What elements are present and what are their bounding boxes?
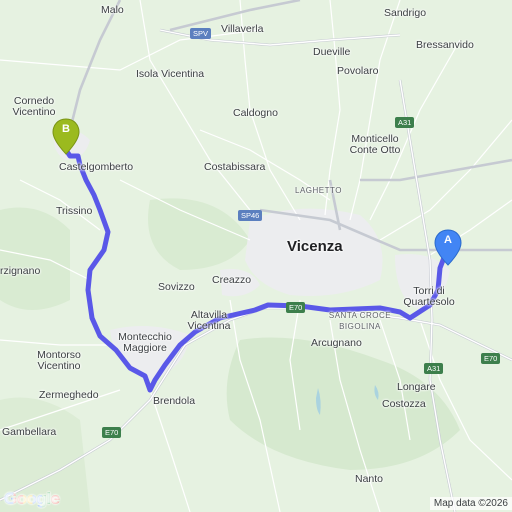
place-label-nanto: Nanto — [355, 473, 384, 485]
start-marker[interactable]: A — [433, 229, 463, 269]
place-label-costozza: Costozza — [382, 398, 426, 410]
place-label-trissino: Trissino — [56, 205, 93, 217]
place-label-altavilla-vicentina: Altavilla Vicentina — [187, 309, 231, 332]
end-marker-letter: B — [62, 123, 70, 135]
road-shield-spv: SPV — [190, 28, 212, 39]
road-shield-e70-center: E70 — [286, 302, 306, 313]
place-label-dueville: Dueville — [313, 46, 351, 58]
start-marker-letter: A — [444, 234, 452, 246]
place-label-arzignano: rzignano — [0, 265, 41, 277]
place-label-gambellara: Gambellara — [2, 426, 57, 438]
map-attribution[interactable]: Map data ©2026 — [429, 497, 512, 510]
road-shield-e70-east: E70 — [481, 353, 501, 364]
place-label-zermeghedo: Zermeghedo — [39, 389, 99, 401]
place-label-castelgomberto: Castelgomberto — [59, 161, 134, 173]
end-marker[interactable]: B — [51, 118, 81, 158]
place-label-isola-vicentina: Isola Vicentina — [136, 68, 205, 80]
place-label-malo: Malo — [101, 4, 124, 16]
place-label-vicenza: Vicenza — [287, 238, 343, 255]
place-label-torri-di-quartesolo: Torri di Quartesolo — [403, 285, 455, 308]
google-logo-text: Google — [4, 489, 60, 508]
place-label-villaverla: Villaverla — [221, 23, 264, 35]
map-canvas[interactable]: Malo Sandrigo Villaverla Dueville Bressa… — [0, 0, 512, 512]
place-label-creazzo: Creazzo — [212, 274, 252, 286]
place-label-brendola: Brendola — [153, 395, 196, 407]
place-label-monticello-conte-otto: Monticello Conte Otto — [349, 133, 401, 156]
place-label-caldogno: Caldogno — [233, 107, 278, 119]
place-label-santa-croce-bigolina: SANTA CROCE BIGOLINA — [328, 311, 392, 331]
place-label-cornedo-vicentino: Cornedo Vicentino — [12, 95, 56, 118]
road-shield-a31-north: A31 — [395, 117, 415, 128]
place-label-costabissara: Costabissara — [204, 161, 266, 173]
place-label-sandrigo: Sandrigo — [384, 7, 427, 19]
place-label-bressanvido: Bressanvido — [416, 39, 474, 51]
google-logo[interactable]: Google — [4, 489, 60, 509]
place-label-arcugnano: Arcugnano — [311, 337, 362, 349]
place-label-povolaro: Povolaro — [337, 65, 379, 77]
place-label-laghetto: LAGHETTO — [295, 186, 342, 195]
road-shield-sp46: SP46 — [238, 210, 263, 221]
place-label-sovizzo: Sovizzo — [158, 281, 195, 293]
road-shield-e70-southwest: E70 — [102, 427, 122, 438]
place-label-montecchio-maggiore: Montecchio Maggiore — [118, 331, 172, 354]
place-label-montorso-vicentino: Montorso Vicentino — [37, 349, 81, 372]
road-shield-a31-south: A31 — [424, 363, 444, 374]
place-label-longare: Longare — [397, 381, 436, 393]
